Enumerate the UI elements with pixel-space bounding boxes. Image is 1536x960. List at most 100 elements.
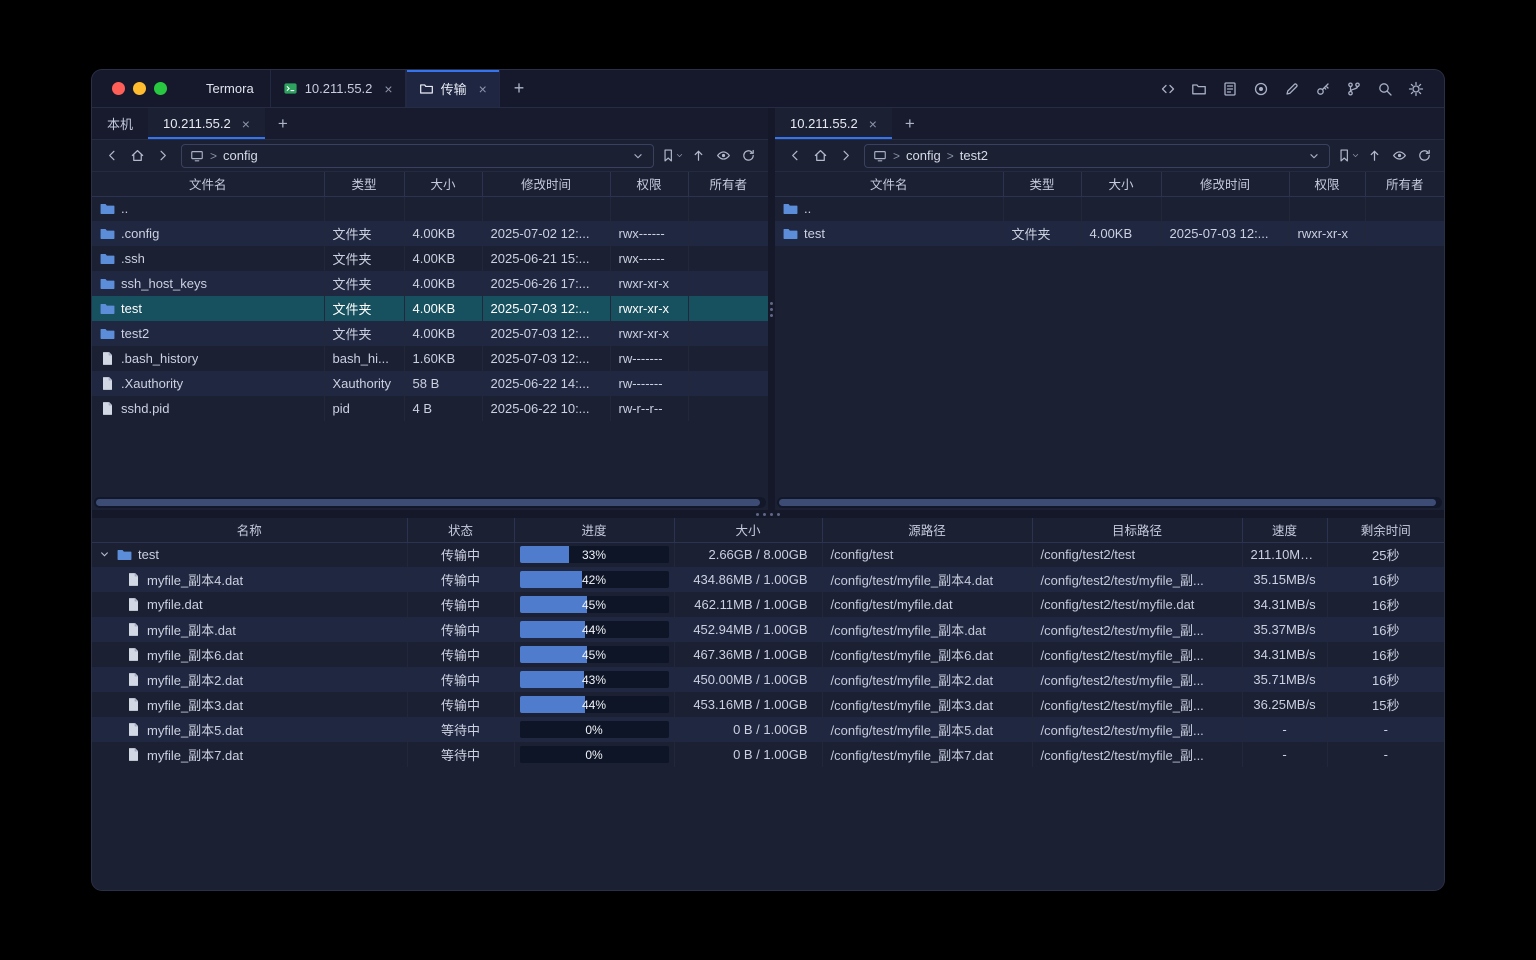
branch-button[interactable] [1342,77,1366,101]
pane-tab-remote[interactable]: 10.211.55.2 × [148,108,265,139]
file-row[interactable]: .XauthorityXauthority58 B2025-06-22 14:.… [92,371,768,396]
file-size: 4.00KB [404,321,482,346]
search-button[interactable] [1373,77,1397,101]
column-header-status[interactable]: 状态 [407,518,514,542]
column-header-mtime[interactable]: 修改时间 [1161,172,1289,196]
code-button[interactable] [1156,77,1180,101]
refresh-button[interactable] [736,144,760,168]
settings-button[interactable] [1404,77,1428,101]
path-breadcrumb[interactable]: >config [181,144,654,168]
column-header-perms[interactable]: 权限 [610,172,688,196]
file-row[interactable]: sshd.pidpid4 B2025-06-22 10:...rw-r--r-- [92,396,768,421]
transfer-row[interactable]: test传输中33%2.66GB / 8.00GB/config/test/co… [92,542,1444,567]
breadcrumb-segment[interactable]: config [906,148,941,163]
progress-bar: 44% [520,621,669,638]
chevron-down-icon[interactable] [1307,149,1321,163]
home-button[interactable] [125,144,149,168]
forward-button[interactable] [833,144,857,168]
bookmark-button[interactable] [1337,144,1361,168]
record-button[interactable] [1249,77,1273,101]
app-home-tab[interactable]: Termora [183,70,270,107]
log-button[interactable] [1218,77,1242,101]
column-header-size[interactable]: 大小 [674,518,822,542]
file-row[interactable]: .config文件夹4.00KB2025-07-02 12:...rwx----… [92,221,768,246]
transfer-row[interactable]: myfile_副本7.dat等待中0%0 B / 1.00GB/config/t… [92,742,1444,767]
file-row[interactable]: .ssh文件夹4.00KB2025-06-21 15:...rwx------ [92,246,768,271]
horizontal-scrollbar[interactable] [94,497,766,508]
close-tab-icon[interactable]: × [869,117,877,131]
pane-new-tab-button[interactable]: + [892,108,928,139]
tab-transfer[interactable]: 传输 × [406,70,500,107]
horizontal-splitter[interactable] [92,510,1444,518]
back-button[interactable] [783,144,807,168]
chevron-down-icon[interactable] [675,149,685,163]
breadcrumb-segment[interactable]: test2 [960,148,988,163]
close-tab-icon[interactable]: × [384,82,392,96]
file-row[interactable]: .bash_historybash_hi...1.60KB2025-07-03 … [92,346,768,371]
bookmark-button[interactable] [661,144,685,168]
new-tab-button[interactable]: + [500,70,539,107]
forward-button[interactable] [150,144,174,168]
upload-button[interactable] [1362,144,1386,168]
column-header-perms[interactable]: 权限 [1289,172,1365,196]
tab-host-session[interactable]: 10.211.55.2 × [270,70,406,107]
minimize-window-button[interactable] [133,82,146,95]
edit-button[interactable] [1280,77,1304,101]
path-breadcrumb[interactable]: >config>test2 [864,144,1330,168]
close-window-button[interactable] [112,82,125,95]
zoom-window-button[interactable] [154,82,167,95]
pane-tab-remote[interactable]: 10.211.55.2 × [775,108,892,139]
transfer-row[interactable]: myfile_副本2.dat传输中43%450.00MB / 1.00GB/co… [92,667,1444,692]
column-header-progress[interactable]: 进度 [514,518,674,542]
column-header-owner[interactable]: 所有者 [688,172,768,196]
column-header-filename[interactable]: 文件名 [775,172,1003,196]
refresh-button[interactable] [1412,144,1436,168]
column-header-eta[interactable]: 剩余时间 [1327,518,1444,542]
horizontal-scrollbar[interactable] [777,497,1442,508]
upload-button[interactable] [686,144,710,168]
file-row[interactable]: .. [775,196,1444,221]
transfer-row[interactable]: myfile_副本3.dat传输中44%453.16MB / 1.00GB/co… [92,692,1444,717]
file-row[interactable]: test2文件夹4.00KB2025-07-03 12:...rwxr-xr-x [92,321,768,346]
home-button[interactable] [808,144,832,168]
column-header-speed[interactable]: 速度 [1242,518,1327,542]
key-button[interactable] [1311,77,1335,101]
back-button[interactable] [100,144,124,168]
scrollbar-thumb[interactable] [779,499,1436,506]
column-header-source[interactable]: 源路径 [822,518,1032,542]
pane-tab-local[interactable]: 本机 [92,108,148,139]
folder-button[interactable] [1187,77,1211,101]
column-header-name[interactable]: 名称 [92,518,407,542]
column-header-type[interactable]: 类型 [1003,172,1081,196]
toggle-hidden-button[interactable] [711,144,735,168]
transfer-row[interactable]: myfile_副本5.dat等待中0%0 B / 1.00GB/config/t… [92,717,1444,742]
file-owner [688,196,768,221]
transfer-row[interactable]: myfile_副本.dat传输中44%452.94MB / 1.00GB/con… [92,617,1444,642]
scrollbar-thumb[interactable] [96,499,760,506]
transfer-row[interactable]: myfile_副本6.dat传输中45%467.36MB / 1.00GB/co… [92,642,1444,667]
column-header-target[interactable]: 目标路径 [1032,518,1242,542]
close-tab-icon[interactable]: × [479,82,487,96]
file-name: ssh_host_keys [121,276,207,291]
folder-icon [783,201,798,216]
file-row[interactable]: test文件夹4.00KB2025-07-03 12:...rwxr-xr-x [92,296,768,321]
expand-chevron-icon[interactable] [98,548,111,561]
column-header-mtime[interactable]: 修改时间 [482,172,610,196]
column-header-type[interactable]: 类型 [324,172,404,196]
vertical-splitter[interactable] [768,108,775,510]
column-header-size[interactable]: 大小 [1081,172,1161,196]
chevron-down-icon[interactable] [631,149,645,163]
file-row[interactable]: .. [92,196,768,221]
column-header-owner[interactable]: 所有者 [1365,172,1444,196]
chevron-down-icon[interactable] [1351,149,1361,163]
column-header-filename[interactable]: 文件名 [92,172,324,196]
toggle-hidden-button[interactable] [1387,144,1411,168]
column-header-size[interactable]: 大小 [404,172,482,196]
transfer-row[interactable]: myfile.dat传输中45%462.11MB / 1.00GB/config… [92,592,1444,617]
file-row[interactable]: ssh_host_keys文件夹4.00KB2025-06-26 17:...r… [92,271,768,296]
pane-new-tab-button[interactable]: + [265,108,301,139]
breadcrumb-segment[interactable]: config [223,148,258,163]
file-row[interactable]: test文件夹4.00KB2025-07-03 12:...rwxr-xr-x [775,221,1444,246]
transfer-row[interactable]: myfile_副本4.dat传输中42%434.86MB / 1.00GB/co… [92,567,1444,592]
close-tab-icon[interactable]: × [242,117,250,131]
